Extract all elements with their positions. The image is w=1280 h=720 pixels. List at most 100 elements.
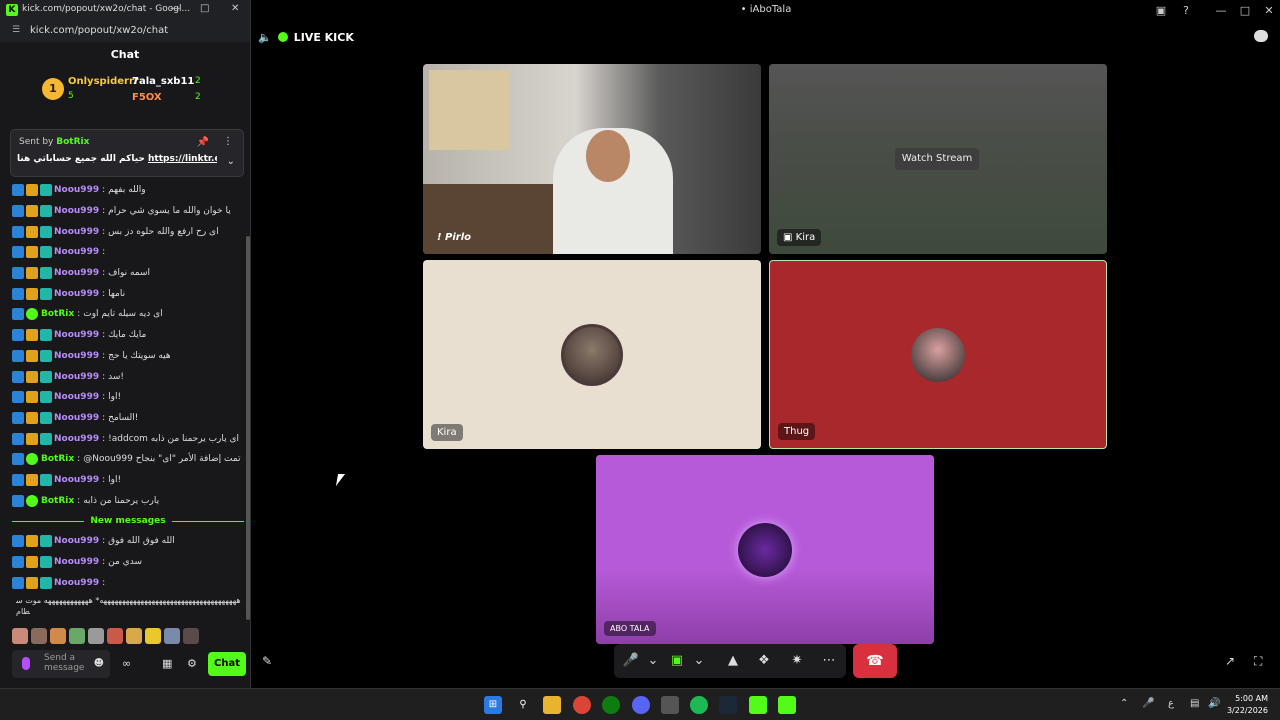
popout-icon[interactable]: ↗ — [1225, 654, 1235, 668]
activities-icon[interactable]: ❖ — [755, 652, 773, 670]
chat-message[interactable]: Noou999: سد! — [12, 366, 244, 387]
chat-input-placeholder[interactable]: Send a message — [44, 653, 88, 673]
chat-username[interactable]: Noou999 — [54, 372, 99, 382]
site-info-icon[interactable]: ☰ — [12, 25, 20, 35]
video-tile-thug[interactable]: Thug — [769, 260, 1107, 449]
chat-username[interactable]: Noou999 — [54, 413, 99, 423]
chat-message[interactable]: Noou999: اى رح ارفع والله حلوه دز بس — [12, 221, 244, 242]
volume-icon[interactable]: 🔊 — [1208, 698, 1220, 709]
pinned-link[interactable]: https://linktr.ee/xw2o — [148, 154, 217, 164]
chat-message[interactable]: Noou999: اوا! — [12, 470, 244, 491]
screen-share-icon[interactable]: ▲ — [724, 652, 742, 670]
input-language[interactable]: ع — [1168, 698, 1174, 709]
leaderboard-name-2[interactable]: 7ala_sxb11 — [132, 76, 194, 87]
chat-username[interactable]: Noou999 — [54, 434, 99, 444]
app-icon[interactable] — [661, 696, 679, 714]
chat-username[interactable]: BotRix — [41, 454, 74, 464]
chrome-icon[interactable] — [573, 696, 591, 714]
maximize-icon[interactable]: □ — [1234, 2, 1256, 20]
discord-icon[interactable] — [632, 696, 650, 714]
chat-username[interactable]: Noou999 — [54, 330, 99, 340]
chat-username[interactable]: Noou999 — [54, 247, 99, 257]
more-options-icon[interactable]: ⋯ — [820, 652, 838, 670]
gear-icon[interactable]: ⚙ — [187, 657, 197, 670]
chevron-down-icon[interactable]: ⌄ — [227, 156, 235, 167]
camera-icon[interactable]: ▣ — [668, 652, 686, 670]
store-icon[interactable]: ▦ — [162, 657, 172, 670]
chevron-down-icon[interactable]: ⌄ — [690, 652, 708, 670]
search-icon[interactable]: ⚲ — [514, 696, 532, 714]
chat-input[interactable]: Send a message ☻ — [12, 650, 110, 678]
chat-username[interactable]: Noou999 — [54, 185, 99, 195]
chat-username[interactable]: Noou999 — [54, 536, 99, 546]
emote[interactable] — [126, 628, 142, 644]
chevron-down-icon[interactable]: ⌄ — [644, 652, 662, 670]
add-user-icon[interactable]: ✎ — [262, 654, 272, 668]
emote[interactable] — [31, 628, 47, 644]
chat-username[interactable]: Noou999 — [54, 289, 99, 299]
chat-username[interactable]: Noou999 — [54, 351, 99, 361]
soundboard-icon[interactable]: ✷ — [788, 652, 806, 670]
emote[interactable] — [107, 628, 123, 644]
chat-username[interactable]: Noou999 — [54, 206, 99, 216]
chat-message[interactable]: Noou999: يا خوان والله ما يسوي شي حرام — [12, 201, 244, 222]
chat-message[interactable]: Noou999: اسمه نواف — [12, 263, 244, 284]
chat-username[interactable]: Noou999 — [54, 227, 99, 237]
file-explorer-icon[interactable] — [543, 696, 561, 714]
leaderboard-name-3[interactable]: F5OX — [132, 92, 162, 103]
video-tile-kira[interactable]: Kira — [423, 260, 761, 449]
chat-message[interactable]: Noou999: — [12, 242, 244, 263]
tray-chevron-icon[interactable]: ⌃ — [1120, 698, 1128, 709]
chat-username[interactable]: Noou999 — [54, 578, 99, 588]
minimize-icon[interactable]: — — [170, 3, 180, 14]
chat-username[interactable]: Noou999 — [54, 392, 99, 402]
video-tile-abo-tala[interactable]: ABO TALA — [596, 455, 934, 644]
chat-message[interactable]: BotRix: @Noou999 تمت إضافة الأمر "اى" بنج… — [12, 449, 244, 470]
chat-message[interactable]: Noou999: السامح! — [12, 408, 244, 429]
kick-app-icon[interactable] — [778, 696, 796, 714]
network-icon[interactable]: ▤ — [1190, 698, 1199, 709]
emote[interactable] — [183, 628, 199, 644]
chat-message[interactable]: Noou999: اوا! — [12, 387, 244, 408]
emote[interactable] — [12, 628, 28, 644]
chat-username[interactable]: BotRix — [41, 309, 74, 319]
chat-message[interactable]: BotRix: يارب يرحمنا من ذابه — [12, 490, 244, 511]
pin-icon[interactable]: 📌 — [197, 137, 209, 148]
xbox-icon[interactable] — [602, 696, 620, 714]
picture-in-picture-icon[interactable]: ▣ — [1150, 2, 1172, 20]
emote[interactable] — [164, 628, 180, 644]
video-tile-kira-stream[interactable]: Watch Stream ▣ Kira — [769, 64, 1107, 254]
help-icon[interactable]: ? — [1175, 2, 1197, 20]
chat-bubble-icon[interactable] — [1254, 30, 1268, 42]
spotify-icon[interactable] — [690, 696, 708, 714]
end-call-button[interactable]: ☎ — [853, 644, 897, 678]
send-chat-button[interactable]: Chat — [208, 652, 246, 676]
chat-message[interactable]: BotRix: اى ديه سيله تايم اوت — [12, 304, 244, 325]
maximize-icon[interactable]: □ — [200, 3, 209, 14]
watch-stream-button[interactable]: Watch Stream — [895, 148, 979, 170]
chat-message[interactable]: Noou999: الله فوق الله فوق — [12, 531, 244, 552]
chat-message[interactable]: Noou999: — [12, 572, 244, 593]
emote[interactable] — [88, 628, 104, 644]
start-icon[interactable]: ⊞ — [484, 696, 502, 714]
chat-message[interactable]: Noou999: مايك مايك — [12, 325, 244, 346]
emote[interactable] — [69, 628, 85, 644]
address-bar[interactable]: ☰ kick.com/popout/xw2o/chat — [0, 20, 250, 42]
video-tile-pirlo[interactable]: ! Pirlo — [423, 64, 761, 254]
emote[interactable] — [50, 628, 66, 644]
steam-icon[interactable] — [719, 696, 737, 714]
minimize-icon[interactable]: — — [1210, 2, 1232, 20]
chat-message[interactable]: Noou999: نامها — [12, 283, 244, 304]
system-clock[interactable]: 5:00 AM 3/22/2026 — [1227, 693, 1268, 717]
chat-username[interactable]: Noou999 — [54, 475, 99, 485]
chat-message[interactable]: Noou999: هيه سويتك يا حج — [12, 346, 244, 367]
infinity-icon[interactable]: ∞ — [122, 657, 131, 670]
mic-icon[interactable] — [22, 657, 30, 670]
chat-username[interactable]: Noou999 — [54, 268, 99, 278]
chat-message[interactable]: Noou999: سدي من — [12, 552, 244, 573]
chat-message[interactable]: Noou999: والله بفهم — [12, 180, 244, 201]
kick-icon[interactable] — [749, 696, 767, 714]
fullscreen-icon[interactable]: ⛶ — [1254, 654, 1262, 669]
chat-username[interactable]: Noou999 — [54, 557, 99, 567]
close-icon[interactable]: ✕ — [231, 3, 239, 14]
